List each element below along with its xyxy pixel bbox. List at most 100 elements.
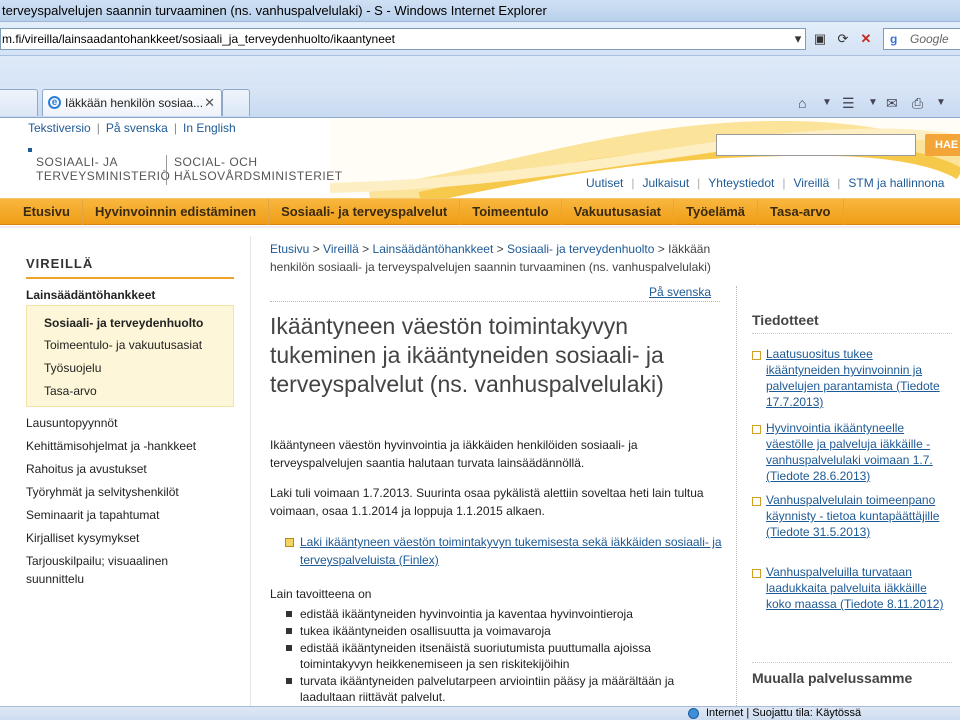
news-bullet-icon [752,351,761,360]
goal-item: tukea ikääntyneiden osallisuutta ja voim… [300,624,551,638]
breadcrumb: Etusivu > Vireillä > Lainsäädäntöhankkee… [270,242,711,274]
logo-fi-line1: SOSIAALI- JA [36,155,119,169]
left-item-kysymykset[interactable]: Kirjalliset kysymykset [26,529,236,547]
bullet-icon [286,645,292,651]
english-link[interactable]: In English [183,121,236,135]
left-item-tarjouskilpailu[interactable]: Tarjouskilpailu; visuaalinen suunnittelu [26,552,196,588]
new-tab-button[interactable] [222,89,250,116]
news-link[interactable]: Vanhuspalvelulain toimeenpano käynnisty … [766,492,946,540]
address-dropdown-icon[interactable]: ▾ [788,28,808,50]
right-column-border [736,286,737,706]
news-link[interactable]: Laatusuositus tukee ikääntyneiden hyvinv… [766,346,946,410]
logo-sv-line2: HÄLSOVÅRDSMINISTERIET [174,169,343,183]
logo-divider [166,155,167,185]
news-link[interactable]: Vanhuspalveluilla turvataan laadukkaita … [766,564,946,612]
ie-page-icon: e [48,96,61,109]
service-nav-news[interactable]: Uutiset [586,176,623,190]
nav-vakuutusasiat[interactable]: Vakuutusasiat [562,199,675,225]
bullet-icon [286,628,292,634]
status-bar: Internet | Suojattu tila: Käytössä [0,706,960,720]
external-link-icon [285,538,294,547]
address-bar[interactable]: m.fi/vireilla/lainsaadantohankkeet/sosia… [0,28,806,50]
globe-icon [688,708,699,719]
left-subitem-sosiaali[interactable]: Sosiaali- ja terveydenhuolto [44,316,203,330]
left-column-border [250,236,251,706]
news-link[interactable]: Hyvinvointia ikääntyneelle väestölle ja … [766,420,946,484]
search-box[interactable]: g Google [883,28,960,50]
stop-icon[interactable]: ✕ [856,28,876,50]
divider [270,301,720,302]
ministry-logo-sv[interactable]: SOCIAL- OCH HÄLSOVÅRDSMINISTERIET [174,155,343,183]
text-version-link[interactable]: Tekstiversio [28,121,91,135]
logo-mark [28,148,32,152]
site-search-button[interactable]: HAE [925,134,960,156]
tab-previous[interactable] [0,89,38,116]
left-item-lausuntopyynnot[interactable]: Lausuntopyynnöt [26,414,236,432]
left-item-rahoitus[interactable]: Rahoitus ja avustukset [26,460,236,478]
left-item-tyoryhmat[interactable]: Työryhmät ja selvityshenkilöt [26,483,236,501]
nav-etusivu[interactable]: Etusivu [0,199,83,225]
goal-item: edistää ikääntyneiden hyvinvointia ja ka… [300,607,633,621]
divider [752,333,952,334]
breadcrumb-etusivu[interactable]: Etusivu [270,242,309,256]
logo-fi-line2: TERVEYSMINISTERIÖ [36,169,171,183]
nav-tasa-arvo[interactable]: Tasa-arvo [758,199,844,225]
left-subitem-toimeentulo[interactable]: Toimeentulo- ja vakuutusasiat [44,338,202,352]
feeds-icon[interactable]: ☰ [842,93,855,113]
service-nav-contacts[interactable]: Yhteystiedot [708,176,774,190]
finlex-link[interactable]: Laki ikääntyneen väestön toimintakyvyn t… [300,533,730,569]
site-search-input[interactable] [716,134,916,156]
language-links: Tekstiversio | På svenska | In English [28,121,236,135]
news-bullet-icon [752,497,761,506]
news-bullet-icon [752,569,761,578]
left-nav-section[interactable]: Lainsäädäntöhankkeet [26,288,155,302]
service-nav-pending[interactable]: Vireillä [793,176,829,190]
home-dropdown-icon[interactable]: ▼ [822,93,832,113]
nav-tyoelama[interactable]: Työelämä [674,199,759,225]
tab-close-icon[interactable]: ✕ [204,90,215,116]
nav-sosiaali-terveys[interactable]: Sosiaali- ja terveyspalvelut [269,199,461,225]
tab-active[interactable]: e Iäkkään henkilön sosiaa... ✕ [42,89,222,116]
print-icon[interactable]: ⎙ [912,93,923,113]
mail-icon[interactable]: ✉ [886,93,898,113]
elsewhere-title: Muualla palvelussamme [752,670,913,686]
ministry-logo-fi[interactable]: SOSIAALI- JA TERVEYSMINISTERIÖ [36,155,170,183]
logo-sv-line1: SOCIAL- OCH [174,155,258,169]
nav-toimeentulo[interactable]: Toimeentulo [460,199,562,225]
goals-intro: Lain tavoitteena on [270,587,372,601]
left-nav-title-underline [26,277,234,279]
tab-title: Iäkkään henkilön sosiaa... [65,96,204,110]
divider [752,662,952,663]
left-subitem-tasa-arvo[interactable]: Tasa-arvo [44,384,97,398]
address-toolbar: m.fi/vireilla/lainsaadantohankkeet/sosia… [0,22,960,56]
bullet-icon [286,611,292,617]
service-nav-admin[interactable]: STM ja hallinnona [848,176,944,190]
goal-item: edistää ikääntyneiden itsenäistä suoriut… [300,641,651,671]
swedish-version-link[interactable]: På svenska [649,285,711,299]
search-placeholder: Google [910,32,949,46]
web-page: Tekstiversio | På svenska | In English SOSIA… [0,118,960,706]
service-nav-publications[interactable]: Julkaisut [642,176,689,190]
print-dropdown-icon[interactable]: ▼ [936,93,946,113]
swedish-link[interactable]: På svenska [106,121,168,135]
press-releases-title: Tiedotteet [752,312,819,328]
breadcrumb-lainsaadanto[interactable]: Lainsäädäntöhankkeet [373,242,494,256]
breadcrumb-sosiaali[interactable]: Sosiaali- ja terveydenhuolto [507,242,654,256]
compatibility-view-icon[interactable]: ▣ [810,28,830,50]
page-title: Ikääntyneen väestön toimintakyvyn tukemi… [270,313,664,397]
left-item-kehittamisohjelmat[interactable]: Kehittämisohjelmat ja -hankkeet [26,437,236,455]
nav-hyvinvointi[interactable]: Hyvinvoinnin edistäminen [83,199,270,225]
breadcrumb-vireilla[interactable]: Vireillä [323,242,359,256]
bullet-icon [286,678,292,684]
left-nav-subitems: Sosiaali- ja terveydenhuolto Toimeentulo… [26,305,234,407]
news-bullet-icon [752,425,761,434]
goal-item: turvata ikääntyneiden palvelutarpeen arv… [300,674,675,704]
left-subitem-tyosuojelu[interactable]: Työsuojelu [44,361,101,375]
tab-bar: e Iäkkään henkilön sosiaa... ✕ ⌂ ▼ ☰ ▼ ✉… [0,86,960,118]
refresh-icon[interactable]: ⟳ [833,28,853,50]
feeds-dropdown-icon[interactable]: ▼ [868,93,878,113]
window-title-bar: terveyspalvelujen saannin turvaaminen (n… [0,0,960,22]
left-item-seminaarit[interactable]: Seminaarit ja tapahtumat [26,506,236,524]
effect-paragraph: Laki tuli voimaan 1.7.2013. Suurinta osa… [270,486,704,518]
home-icon[interactable]: ⌂ [798,93,806,113]
